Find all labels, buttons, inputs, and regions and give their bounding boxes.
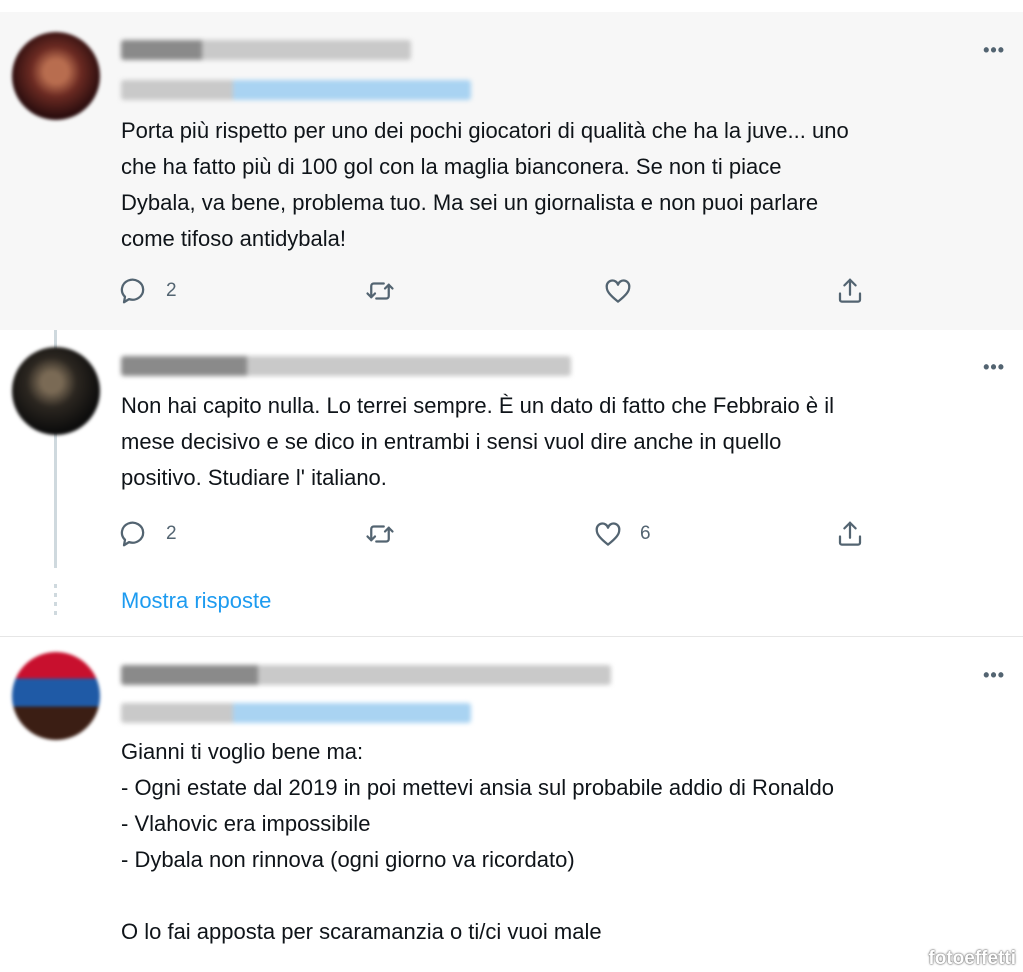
- thread-dotted-line: [54, 584, 57, 618]
- reply-icon: [120, 521, 145, 547]
- tweet-text-line: - Ogni estate dal 2019 in poi mettevi an…: [121, 775, 835, 800]
- share-icon: [838, 521, 862, 546]
- share-button[interactable]: [835, 276, 865, 306]
- like-icon: [605, 279, 631, 303]
- like-count: 6: [640, 523, 651, 544]
- tweet-text-line: che ha fatto più di 100 gol con la magli…: [121, 154, 782, 179]
- retweet-icon: [366, 525, 394, 543]
- like-icon: [595, 522, 621, 546]
- reply-icon: [120, 278, 145, 304]
- like-button[interactable]: [603, 276, 650, 306]
- retweet-icon: [366, 282, 394, 300]
- avatar[interactable]: [12, 32, 100, 120]
- author-name-blurred[interactable]: [121, 40, 411, 60]
- retweet-button[interactable]: [365, 276, 395, 306]
- tweet-text-line: - Vlahovic era impossibile: [121, 811, 371, 836]
- tweet-text-line: O lo fai apposta per scaramanzia o ti/ci…: [121, 919, 602, 944]
- more-options-button[interactable]: •••: [983, 665, 1005, 686]
- tweet-actions: 2: [119, 276, 879, 306]
- tweet-text-line: come tifoso antidybala!: [121, 226, 347, 251]
- reply-count: 2: [166, 280, 177, 301]
- avatar[interactable]: [12, 347, 100, 435]
- tweet[interactable]: ••• Non hai capito nulla. Lo terrei semp…: [0, 330, 1023, 570]
- tweet[interactable]: ••• Gianni ti voglio bene ma: - Ogni est…: [0, 637, 1023, 972]
- share-icon: [838, 278, 862, 303]
- tweet-text-line: - Dybala non rinnova (ogni giorno va ric…: [121, 847, 575, 872]
- tweet-text-line: Gianni ti voglio bene ma:: [121, 739, 364, 764]
- avatar[interactable]: [12, 652, 100, 740]
- tweet-text-line: positivo. Studiare l' italiano.: [121, 465, 387, 490]
- reply-button[interactable]: 2: [119, 276, 177, 306]
- tweet-text: Gianni ti voglio bene ma: - Ogni estate …: [121, 734, 1001, 950]
- reply-to-blurred[interactable]: [121, 703, 471, 723]
- tweet-text-line: Dybala, va bene, problema tuo. Ma sei un…: [121, 190, 819, 215]
- tweet-text-line: Porta più rispetto per uno dei pochi gio…: [121, 118, 849, 143]
- share-button[interactable]: [835, 519, 865, 549]
- like-button[interactable]: 6: [593, 519, 651, 549]
- reply-count: 2: [166, 523, 177, 544]
- tweet-actions: 2 6: [119, 519, 879, 549]
- more-options-button[interactable]: •••: [983, 357, 1005, 378]
- retweet-button[interactable]: [365, 519, 395, 549]
- reply-to-blurred[interactable]: [121, 80, 471, 100]
- tweet-text: Non hai capito nulla. Lo terrei sempre. …: [121, 388, 1001, 496]
- reply-button[interactable]: 2: [119, 519, 177, 549]
- tweet-text-line: Non hai capito nulla. Lo terrei sempre. …: [121, 393, 834, 418]
- tweet[interactable]: ••• Porta più rispetto per uno dei pochi…: [0, 12, 1023, 330]
- author-name-blurred[interactable]: [121, 356, 571, 376]
- watermark: fotoeffetti: [928, 948, 1016, 969]
- show-replies-link[interactable]: Mostra risposte: [121, 588, 271, 614]
- author-name-blurred[interactable]: [121, 665, 611, 685]
- tweet-text: Porta più rispetto per uno dei pochi gio…: [121, 113, 1001, 257]
- more-options-button[interactable]: •••: [983, 40, 1005, 61]
- tweet-text-line: mese decisivo e se dico in entrambi i se…: [121, 429, 782, 454]
